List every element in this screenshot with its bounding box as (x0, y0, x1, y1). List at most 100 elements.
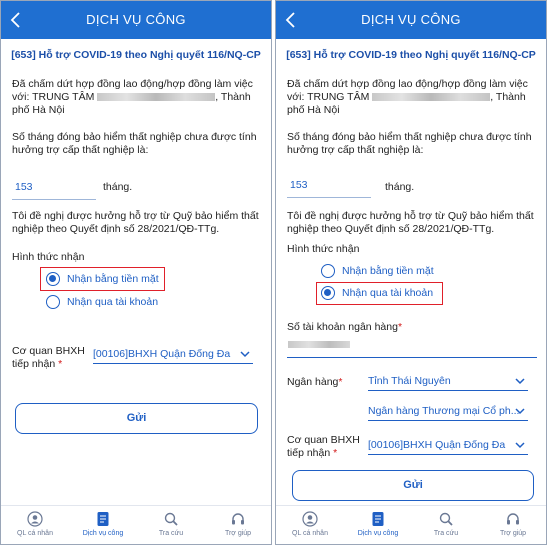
procedure-title: [653] Hỗ trợ COVID-19 theo Nghị quyết 11… (286, 49, 536, 61)
personal-icon (302, 511, 318, 527)
nav-tab-personal[interactable]: QL cá nhân (279, 509, 341, 537)
document-icon (372, 512, 384, 526)
months-question-line-2: hưởng trợ cấp thất nghiệp là: (12, 144, 149, 156)
chevron-down-icon (515, 378, 525, 385)
nav-tab-label: Tra cứu (158, 530, 184, 537)
chevron-down-icon (515, 442, 525, 449)
redacted-name (372, 93, 491, 102)
phone-screen-right: DỊCH VỤ CÔNG [653] Hỗ trợ COVID-19 theo … (275, 0, 547, 545)
account-number-input[interactable] (287, 357, 537, 358)
bank-name-select[interactable]: Ngân hàng Thương mại Cổ ph... (368, 404, 528, 421)
help-headset-icon (507, 513, 519, 525)
page-title: DỊCH VỤ CÔNG (86, 12, 186, 27)
request-line-1: Tôi đề nghị được hưởng hỗ trợ từ Quỹ bảo… (287, 210, 534, 222)
bank-province-value: Tỉnh Thái Nguyên (368, 375, 451, 387)
nav-tab-label: Dịch vụ công (82, 530, 124, 537)
help-headset-icon (232, 513, 244, 525)
termination-suffix: , Thành (215, 91, 251, 103)
bottom-nav: QL cá nhân Dịch vụ công Tra cứu Trợ giúp (1, 505, 271, 544)
chevron-down-icon (240, 351, 250, 358)
required-mark: * (397, 321, 403, 333)
nav-tab-label: QL cá nhân (292, 530, 328, 537)
redacted-name (97, 93, 216, 102)
app-bar: DỊCH VỤ CÔNG (1, 1, 271, 39)
nav-tab-personal[interactable]: QL cá nhân (4, 509, 66, 537)
termination-line-2: với: TRUNG TÂM , Thành (12, 91, 262, 104)
termination-suffix: , Thành (490, 91, 526, 103)
radio-account[interactable]: Nhận qua tài khoản (321, 284, 433, 302)
termination-line-2: với: TRUNG TÂM , Thành (287, 91, 537, 104)
submit-button[interactable]: Gửi (292, 470, 534, 501)
request-statement: Tôi đề nghị được hưởng hỗ trợ từ Quỹ bảo… (287, 210, 537, 236)
radio-unselected-indicator[interactable] (321, 264, 335, 278)
chevron-down-icon (515, 408, 525, 415)
months-input-underline (287, 197, 371, 198)
account-number-label: Số tài khoản ngân hàng* (287, 321, 402, 334)
agency-label-line-2: tiếp nhận (287, 447, 331, 459)
nav-tab-lookup[interactable]: Tra cứu (415, 509, 477, 537)
radio-selected-indicator[interactable] (46, 272, 60, 286)
page-title: DỊCH VỤ CÔNG (361, 12, 461, 27)
nav-tab-help[interactable]: Trợ giúp (482, 509, 544, 537)
submit-button[interactable]: Gửi (15, 403, 258, 434)
receive-method-label: Hình thức nhận (287, 243, 360, 255)
nav-tab-label: Trợ giúp (224, 530, 252, 537)
nav-tab-public-service[interactable]: Dịch vụ công (72, 509, 134, 537)
radio-cash-label: Nhận bằng tiền mặt (67, 273, 159, 285)
agency-label: Cơ quan BHXH tiếp nhận * (12, 345, 85, 371)
agency-label-line-1: Cơ quan BHXH (287, 434, 360, 446)
nav-tab-lookup[interactable]: Tra cứu (140, 509, 202, 537)
months-input[interactable]: 153 (15, 181, 33, 193)
radio-cash[interactable]: Nhận bằng tiền mặt (46, 270, 159, 288)
termination-prefix: với: TRUNG TÂM (12, 91, 95, 103)
request-line-2: nghiệp theo Quyết định số 28/2021/QĐ-TTg… (12, 223, 220, 235)
termination-statement: Đã chấm dứt hợp đồng lao động/hợp đồng l… (12, 78, 262, 117)
months-question-line-1: Số tháng đóng bảo hiểm thất nghiệp chưa … (12, 131, 257, 143)
required-mark: * (338, 376, 343, 388)
radio-cash-label: Nhận bằng tiền mặt (342, 265, 434, 277)
nav-tab-label: Tra cứu (433, 530, 459, 537)
lookup-icon (164, 512, 178, 526)
months-input[interactable]: 153 (290, 179, 308, 191)
radio-account[interactable]: Nhận qua tài khoản (46, 293, 158, 311)
request-line-2: nghiệp theo Quyết định số 28/2021/QĐ-TTg… (287, 223, 495, 235)
months-question: Số tháng đóng bảo hiểm thất nghiệp chưa … (12, 131, 262, 157)
bank-label-text: Ngân hàng (287, 376, 339, 388)
account-number-label-text: Số tài khoản ngân hàng (287, 321, 398, 333)
termination-prefix: với: TRUNG TÂM (287, 91, 370, 103)
agency-label: Cơ quan BHXH tiếp nhận * (287, 434, 360, 460)
months-question: Số tháng đóng bảo hiểm thất nghiệp chưa … (287, 131, 537, 157)
termination-line-3: phố Hà Nội (287, 104, 340, 116)
nav-tab-public-service[interactable]: Dịch vụ công (347, 509, 409, 537)
radio-unselected-indicator[interactable] (46, 295, 60, 309)
radio-selected-indicator[interactable] (321, 286, 335, 300)
phone-screen-left: DỊCH VỤ CÔNG [653] Hỗ trợ COVID-19 theo … (0, 0, 272, 545)
agency-select-value: [00106]BHXH Quận Đống Đa (93, 348, 231, 360)
nav-tab-label: Trợ giúp (499, 530, 527, 537)
termination-line-3: phố Hà Nội (12, 104, 65, 116)
months-question-line-2: hưởng trợ cấp thất nghiệp là: (287, 144, 424, 156)
nav-tab-label: Dịch vụ công (357, 530, 399, 537)
termination-line-1: Đã chấm dứt hợp đồng lao động/hợp đồng l… (12, 78, 253, 90)
agency-select[interactable]: [00106]BHXH Quận Đống Đa (93, 347, 253, 364)
nav-tab-help[interactable]: Trợ giúp (207, 509, 269, 537)
receive-method-label: Hình thức nhận (12, 251, 85, 263)
nav-tab-label: QL cá nhân (17, 530, 53, 537)
bank-label: Ngân hàng* (287, 376, 342, 389)
months-question-line-1: Số tháng đóng bảo hiểm thất nghiệp chưa … (287, 131, 532, 143)
termination-line-1: Đã chấm dứt hợp đồng lao động/hợp đồng l… (287, 78, 528, 90)
redacted-account-number (288, 341, 350, 348)
months-input-underline (12, 199, 96, 200)
procedure-title: [653] Hỗ trợ COVID-19 theo Nghị quyết 11… (11, 49, 261, 61)
radio-cash[interactable]: Nhận bằng tiền mặt (321, 262, 434, 280)
agency-select[interactable]: [00106]BHXH Quận Đống Đa (368, 438, 528, 455)
termination-statement: Đã chấm dứt hợp đồng lao động/hợp đồng l… (287, 78, 537, 117)
personal-icon (27, 511, 43, 527)
bank-province-select[interactable]: Tỉnh Thái Nguyên (368, 374, 528, 391)
bottom-nav: QL cá nhân Dịch vụ công Tra cứu Trợ giúp (276, 505, 546, 544)
radio-account-label: Nhận qua tài khoản (342, 287, 434, 299)
months-unit: tháng. (103, 181, 133, 193)
request-statement: Tôi đề nghị được hưởng hỗ trợ từ Quỹ bảo… (12, 210, 262, 236)
agency-label-line-2: tiếp nhận (12, 358, 56, 370)
agency-label-line-1: Cơ quan BHXH (12, 345, 85, 357)
